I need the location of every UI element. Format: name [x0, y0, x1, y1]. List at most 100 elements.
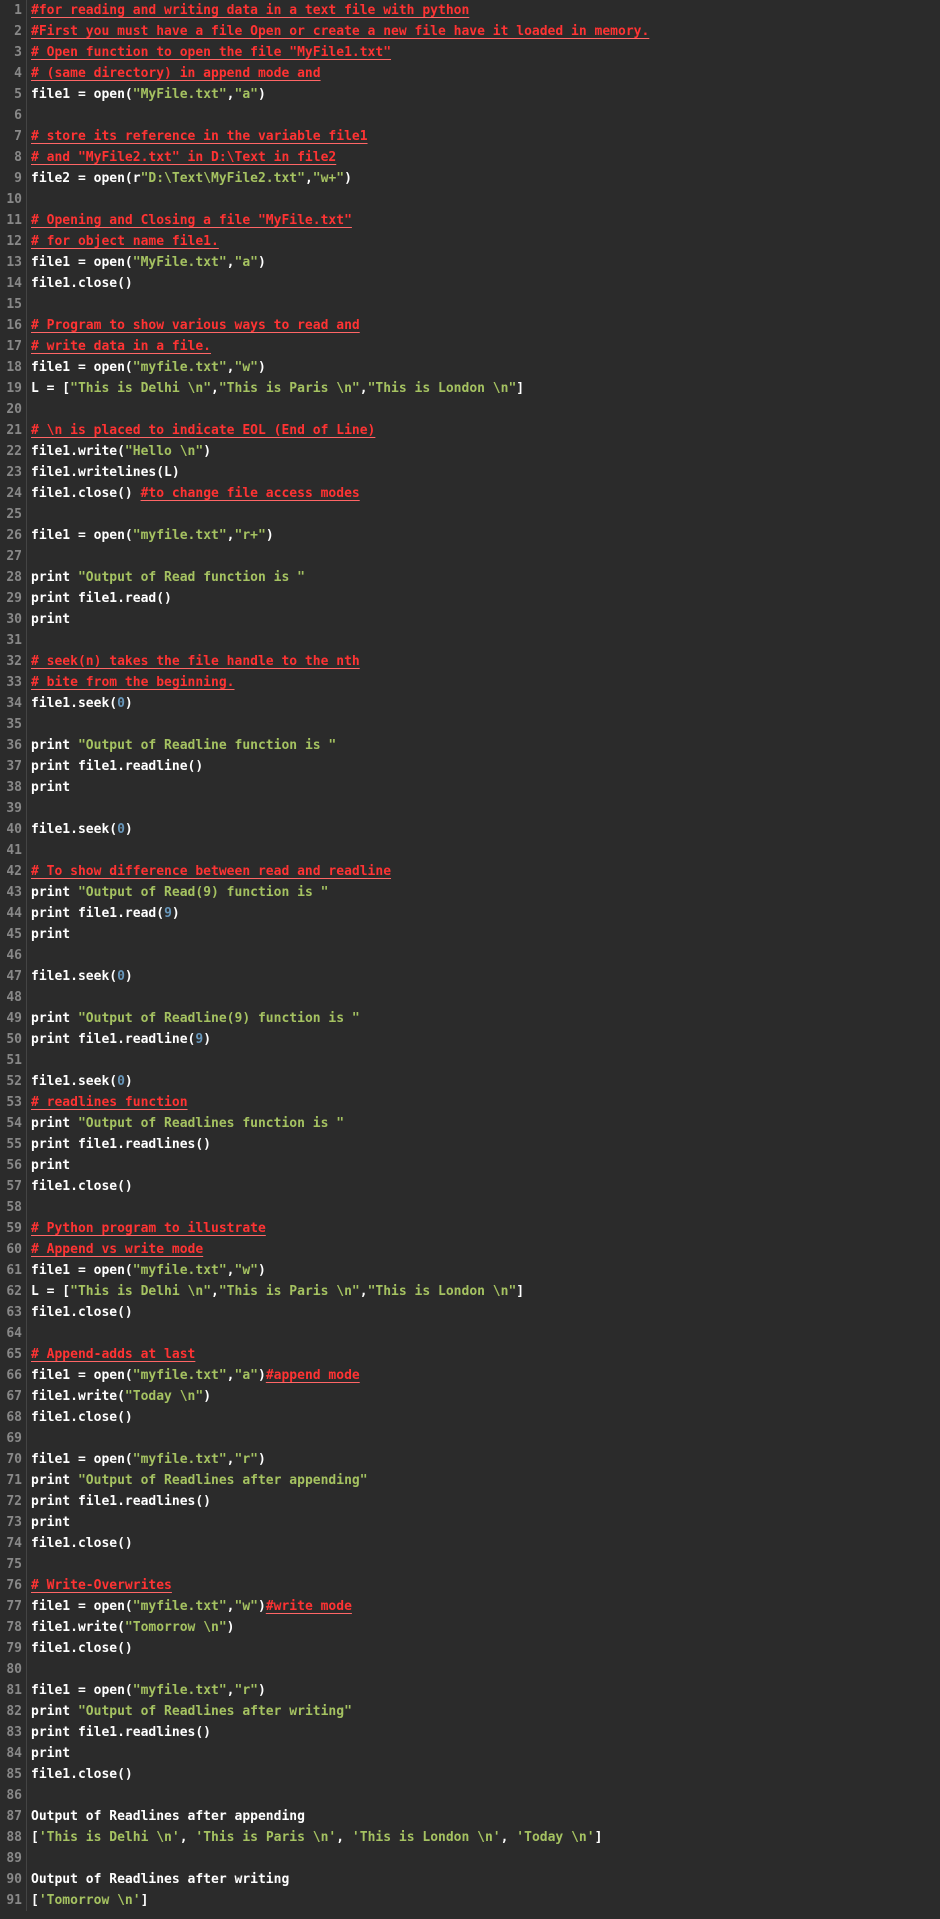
code-line[interactable]	[31, 1050, 649, 1071]
token: "Output of Read function is "	[78, 570, 305, 585]
code-line[interactable]	[31, 945, 649, 966]
code-line[interactable]: print "Output of Read function is "	[31, 567, 649, 588]
code-line[interactable]: print "Output of Readlines function is "	[31, 1113, 649, 1134]
code-line[interactable]	[31, 105, 649, 126]
code-line[interactable]: file1 = open("myfile.txt","w")	[31, 357, 649, 378]
code-line[interactable]: file1 = open("MyFile.txt","a")	[31, 84, 649, 105]
code-line[interactable]: # Open function to open the file "MyFile…	[31, 42, 649, 63]
code-line[interactable]: # Append vs write mode	[31, 1239, 649, 1260]
code-line[interactable]: L = ["This is Delhi \n","This is Paris \…	[31, 1281, 649, 1302]
code-line[interactable]: print file1.readlines()	[31, 1134, 649, 1155]
code-line[interactable]: file1 = open("myfile.txt","a")#append mo…	[31, 1365, 649, 1386]
code-line[interactable]: file1.close()	[31, 1176, 649, 1197]
code-line[interactable]: file1 = open("MyFile.txt","a")	[31, 252, 649, 273]
code-line[interactable]	[31, 987, 649, 1008]
code-line[interactable]: file1.write("Tomorrow \n")	[31, 1617, 649, 1638]
code-line[interactable]: # readlines function	[31, 1092, 649, 1113]
code-line[interactable]: file2 = open(r"D:\Text\MyFile2.txt","w+"…	[31, 168, 649, 189]
code-line[interactable]: file1 = open("myfile.txt","r")	[31, 1680, 649, 1701]
code-line[interactable]	[31, 294, 649, 315]
code-line[interactable]: print	[31, 777, 649, 798]
code-line[interactable]: print "Output of Read(9) function is "	[31, 882, 649, 903]
code-line[interactable]: file1.seek(0)	[31, 693, 649, 714]
code-line[interactable]: file1.close()	[31, 273, 649, 294]
code-line[interactable]	[31, 504, 649, 525]
code-line[interactable]: print "Output of Readlines after writing…	[31, 1701, 649, 1722]
code-line[interactable]: L = ["This is Delhi \n","This is Paris \…	[31, 378, 649, 399]
code-line[interactable]: print "Output of Readlines after appendi…	[31, 1470, 649, 1491]
code-line[interactable]: print "Output of Readline function is "	[31, 735, 649, 756]
code-line[interactable]: file1.seek(0)	[31, 1071, 649, 1092]
code-line[interactable]: #for reading and writing data in a text …	[31, 0, 649, 21]
code-line[interactable]	[31, 1848, 649, 1869]
code-line[interactable]: #First you must have a file Open or crea…	[31, 21, 649, 42]
code-line[interactable]	[31, 1659, 649, 1680]
code-line[interactable]: file1 = open("myfile.txt","w")#write mod…	[31, 1596, 649, 1617]
code-line[interactable]: # Python program to illustrate	[31, 1218, 649, 1239]
code-line[interactable]: # To show difference between read and re…	[31, 861, 649, 882]
code-line[interactable]: print	[31, 1512, 649, 1533]
code-line[interactable]: file1.write("Hello \n")	[31, 441, 649, 462]
code-line[interactable]: # Append-adds at last	[31, 1344, 649, 1365]
code-line[interactable]: # write data in a file.	[31, 336, 649, 357]
token: file1.close()	[31, 1410, 133, 1425]
code-line[interactable]: print	[31, 924, 649, 945]
code-line[interactable]: print file1.readline()	[31, 756, 649, 777]
code-line[interactable]: # \n is placed to indicate EOL (End of L…	[31, 420, 649, 441]
code-line[interactable]: # (same directory) in append mode and	[31, 63, 649, 84]
code-line[interactable]: print file1.read(9)	[31, 903, 649, 924]
code-line[interactable]: # Program to show various ways to read a…	[31, 315, 649, 336]
code-line[interactable]	[31, 1323, 649, 1344]
code-line[interactable]: file1.close()	[31, 1638, 649, 1659]
code-line[interactable]	[31, 399, 649, 420]
code-line[interactable]: file1.close()	[31, 1302, 649, 1323]
code-line[interactable]: file1.seek(0)	[31, 966, 649, 987]
code-line[interactable]	[31, 798, 649, 819]
code-line[interactable]: # bite from the beginning.	[31, 672, 649, 693]
code-line[interactable]	[31, 1785, 649, 1806]
code-editor[interactable]: 1234567891011121314151617181920212223242…	[0, 0, 940, 1911]
code-line[interactable]: file1 = open("myfile.txt","r+")	[31, 525, 649, 546]
code-line[interactable]	[31, 714, 649, 735]
code-line[interactable]	[31, 189, 649, 210]
code-line[interactable]	[31, 1554, 649, 1575]
token: print file1.readlines()	[31, 1725, 211, 1740]
code-line[interactable]	[31, 630, 649, 651]
code-line[interactable]: # Opening and Closing a file "MyFile.txt…	[31, 210, 649, 231]
code-line[interactable]: print	[31, 609, 649, 630]
line-number: 2	[2, 21, 22, 42]
line-number: 47	[2, 966, 22, 987]
code-line[interactable]: file1.close()	[31, 1407, 649, 1428]
code-line[interactable]	[31, 1197, 649, 1218]
code-line[interactable]: file1.write("Today \n")	[31, 1386, 649, 1407]
code-area[interactable]: #for reading and writing data in a text …	[27, 0, 649, 1911]
code-line[interactable]: # seek(n) takes the file handle to the n…	[31, 651, 649, 672]
code-line[interactable]: # and "MyFile2.txt" in D:\Text in file2	[31, 147, 649, 168]
code-line[interactable]	[31, 1428, 649, 1449]
code-line[interactable]: file1.close() #to change file access mod…	[31, 483, 649, 504]
code-line[interactable]: print file1.readlines()	[31, 1491, 649, 1512]
code-line[interactable]: file1 = open("myfile.txt","w")	[31, 1260, 649, 1281]
code-line[interactable]: # Write-Overwrites	[31, 1575, 649, 1596]
code-line[interactable]: print file1.read()	[31, 588, 649, 609]
code-line[interactable]: Output of Readlines after writing	[31, 1869, 649, 1890]
code-line[interactable]: file1.seek(0)	[31, 819, 649, 840]
code-line[interactable]: print	[31, 1155, 649, 1176]
code-line[interactable]: print file1.readline(9)	[31, 1029, 649, 1050]
code-line[interactable]: ['Tomorrow \n']	[31, 1890, 649, 1911]
code-line[interactable]: Output of Readlines after appending	[31, 1806, 649, 1827]
code-line[interactable]: file1.close()	[31, 1764, 649, 1785]
code-line[interactable]	[31, 840, 649, 861]
code-line[interactable]: # for object name file1.	[31, 231, 649, 252]
line-number: 39	[2, 798, 22, 819]
token: "This is Delhi \n"	[70, 1284, 211, 1299]
code-line[interactable]: file1 = open("myfile.txt","r")	[31, 1449, 649, 1470]
code-line[interactable]	[31, 546, 649, 567]
code-line[interactable]: print	[31, 1743, 649, 1764]
code-line[interactable]: # store its reference in the variable fi…	[31, 126, 649, 147]
code-line[interactable]: print file1.readlines()	[31, 1722, 649, 1743]
code-line[interactable]: ['This is Delhi \n', 'This is Paris \n',…	[31, 1827, 649, 1848]
code-line[interactable]: print "Output of Readline(9) function is…	[31, 1008, 649, 1029]
code-line[interactable]: file1.close()	[31, 1533, 649, 1554]
code-line[interactable]: file1.writelines(L)	[31, 462, 649, 483]
